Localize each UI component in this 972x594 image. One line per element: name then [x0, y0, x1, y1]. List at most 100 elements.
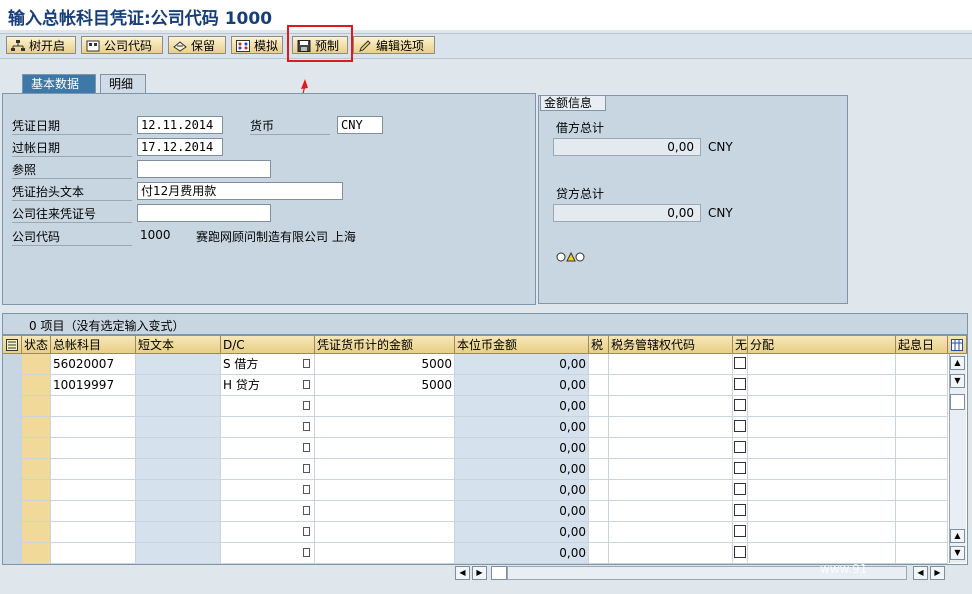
cell-tax-jurisdiction[interactable] [609, 522, 733, 543]
cell-short-text[interactable] [136, 480, 221, 501]
scroll-thumb[interactable] [950, 394, 965, 410]
cell-local-amount[interactable]: 0,00 [455, 375, 589, 396]
cell-no-tax[interactable] [733, 354, 748, 375]
cell-gl-account[interactable] [51, 480, 136, 501]
cell-debit-credit[interactable] [221, 501, 315, 522]
cell-local-amount[interactable]: 0,00 [455, 438, 589, 459]
column-header-value-date[interactable]: 起息日 [896, 336, 948, 354]
cell-no-tax[interactable] [733, 396, 748, 417]
cell-no-tax[interactable] [733, 417, 748, 438]
cell-tax-jurisdiction[interactable] [609, 438, 733, 459]
dropdown-list-icon[interactable] [303, 548, 310, 557]
cell-no-tax[interactable] [733, 375, 748, 396]
cell-local-amount[interactable]: 0,00 [455, 480, 589, 501]
cell-gl-account[interactable] [51, 396, 136, 417]
edit-options-button[interactable]: 编辑选项 [353, 36, 435, 54]
scroll-page-up-icon[interactable]: ▲ [950, 529, 965, 543]
tree-open-button[interactable]: 树开启 [6, 36, 76, 54]
column-header-no-tax[interactable]: 无 [733, 336, 748, 354]
cell-local-amount[interactable]: 0,00 [455, 459, 589, 480]
column-header-status[interactable]: 状态 [22, 336, 51, 354]
row-selector[interactable] [3, 417, 22, 438]
scroll-page-down-icon[interactable]: ▼ [950, 546, 965, 560]
dropdown-list-icon[interactable] [303, 506, 310, 515]
cell-no-tax[interactable] [733, 438, 748, 459]
row-selector[interactable] [3, 543, 22, 564]
cell-gl-account[interactable] [51, 543, 136, 564]
cell-gl-account[interactable] [51, 459, 136, 480]
row-selector[interactable] [3, 396, 22, 417]
cell-doc-amount[interactable] [315, 522, 455, 543]
cell-assignment[interactable] [748, 501, 896, 522]
row-selector[interactable] [3, 522, 22, 543]
select-all-header[interactable] [3, 336, 22, 354]
dropdown-list-icon[interactable] [303, 422, 310, 431]
cell-assignment[interactable] [748, 459, 896, 480]
cell-no-tax[interactable] [733, 480, 748, 501]
row-selector[interactable] [3, 375, 22, 396]
column-header-short-text[interactable]: 短文本 [136, 336, 221, 354]
tab-details[interactable]: 明细 [100, 74, 146, 93]
cell-value-date[interactable] [896, 375, 948, 396]
no-tax-checkbox[interactable] [734, 525, 746, 537]
cell-local-amount[interactable]: 0,00 [455, 543, 589, 564]
cell-debit-credit[interactable] [221, 459, 315, 480]
cell-local-amount[interactable]: 0,00 [455, 396, 589, 417]
cell-tax[interactable] [589, 480, 609, 501]
cell-gl-account[interactable] [51, 522, 136, 543]
no-tax-checkbox[interactable] [734, 378, 746, 390]
cell-doc-amount[interactable] [315, 417, 455, 438]
no-tax-checkbox[interactable] [734, 483, 746, 495]
cell-gl-account[interactable]: 56020007 [51, 354, 136, 375]
cell-debit-credit[interactable] [221, 417, 315, 438]
cell-tax[interactable] [589, 438, 609, 459]
cell-doc-amount[interactable] [315, 543, 455, 564]
scroll-down-icon[interactable]: ▼ [950, 374, 965, 388]
cell-tax[interactable] [589, 501, 609, 522]
cell-assignment[interactable] [748, 480, 896, 501]
cell-tax[interactable] [589, 354, 609, 375]
cell-doc-amount[interactable] [315, 459, 455, 480]
cell-gl-account[interactable] [51, 438, 136, 459]
cell-local-amount[interactable]: 0,00 [455, 417, 589, 438]
dropdown-list-icon[interactable] [303, 527, 310, 536]
cell-doc-amount[interactable] [315, 480, 455, 501]
no-tax-checkbox[interactable] [734, 504, 746, 516]
column-header-tax[interactable]: 税 [589, 336, 609, 354]
column-header-doc-amount[interactable]: 凭证货币计的金额 [315, 336, 455, 354]
dropdown-list-icon[interactable] [303, 485, 310, 494]
cell-debit-credit[interactable] [221, 522, 315, 543]
cell-short-text[interactable] [136, 459, 221, 480]
cell-value-date[interactable] [896, 480, 948, 501]
horizontal-scrollbar[interactable]: ◀ ▶ ◀ ▶ [455, 566, 951, 581]
no-tax-checkbox[interactable] [734, 441, 746, 453]
tab-basic-data[interactable]: 基本数据 [22, 74, 96, 93]
row-selector[interactable] [3, 501, 22, 522]
cell-value-date[interactable] [896, 543, 948, 564]
row-selector[interactable] [3, 480, 22, 501]
column-header-assignment[interactable]: 分配 [748, 336, 896, 354]
cell-debit-credit[interactable]: S 借方 [221, 354, 315, 375]
cell-gl-account[interactable] [51, 501, 136, 522]
cell-no-tax[interactable] [733, 522, 748, 543]
column-header-gl-account[interactable]: 总帐科目 [51, 336, 136, 354]
cell-gl-account[interactable] [51, 417, 136, 438]
dropdown-list-icon[interactable] [303, 443, 310, 452]
cell-assignment[interactable] [748, 396, 896, 417]
cell-debit-credit[interactable] [221, 438, 315, 459]
column-header-local-amount[interactable]: 本位币金额 [455, 336, 589, 354]
cell-short-text[interactable] [136, 375, 221, 396]
cell-value-date[interactable] [896, 354, 948, 375]
cell-tax[interactable] [589, 459, 609, 480]
cell-tax[interactable] [589, 543, 609, 564]
row-selector[interactable] [3, 354, 22, 375]
no-tax-checkbox[interactable] [734, 399, 746, 411]
cell-debit-credit[interactable] [221, 396, 315, 417]
dropdown-list-icon[interactable] [303, 359, 310, 368]
cell-short-text[interactable] [136, 438, 221, 459]
scroll-left-first-icon[interactable]: ◀ [455, 566, 470, 580]
scroll-right-last-icon[interactable]: ▶ [930, 566, 945, 580]
cell-no-tax[interactable] [733, 459, 748, 480]
cell-tax-jurisdiction[interactable] [609, 480, 733, 501]
no-tax-checkbox[interactable] [734, 462, 746, 474]
